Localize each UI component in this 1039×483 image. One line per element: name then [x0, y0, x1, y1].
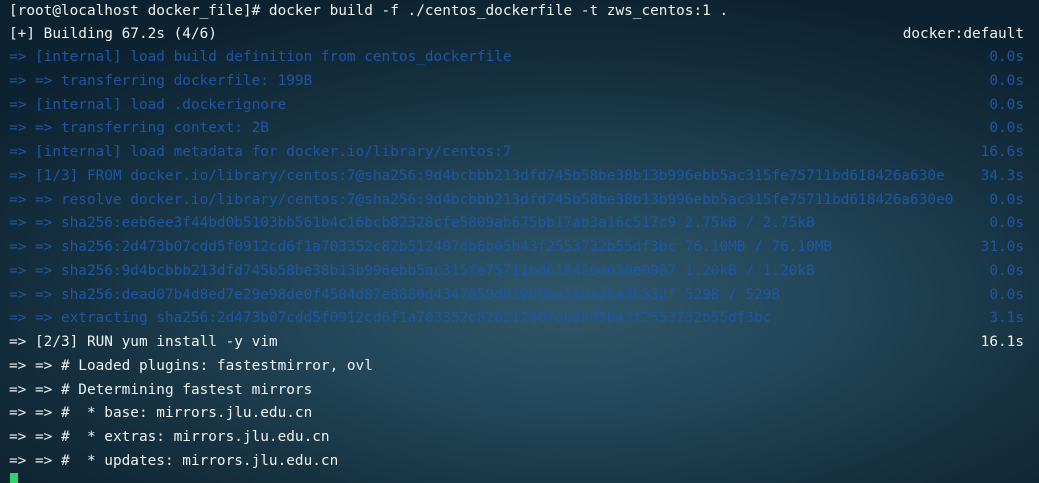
- build-step-duration: 0.0s: [989, 215, 1024, 232]
- build-step-text: => => # Loaded plugins: fastestmirror, o…: [9, 357, 373, 374]
- build-step-line: => => sha256:2d473b07cdd5f0912cd6f1a7033…: [9, 236, 1024, 259]
- build-step-line: => => # * base: mirrors.jlu.edu.cn: [9, 402, 1024, 425]
- build-status-line: [+] Building 67.2s (4/6) docker:default: [9, 23, 1024, 46]
- build-step-duration: 0.0s: [989, 120, 1024, 137]
- build-step-duration: 34.3s: [980, 167, 1024, 184]
- build-step-text: => => # * base: mirrors.jlu.edu.cn: [9, 405, 313, 422]
- build-step-line: => [internal] load .dockerignore 0.0s: [9, 94, 1024, 117]
- build-step-text: => => sha256:eeb6ee3f44bd0b5103bb561b4c1…: [9, 215, 815, 232]
- build-step-line: => => # * extras: mirrors.jlu.edu.cn: [9, 426, 1024, 449]
- build-step-text: => => sha256:dead07b4d8ed7e29e98de0f4504…: [9, 286, 781, 303]
- build-step-text: => [internal] load metadata for docker.i…: [9, 144, 512, 160]
- build-step-line: => => transferring dockerfile: 199B 0.0s: [9, 70, 1024, 93]
- build-step-duration: 0.0s: [989, 262, 1024, 279]
- build-step-line: => => # Loaded plugins: fastestmirror, o…: [9, 355, 1024, 378]
- build-step-line: => [1/3] FROM docker.io/library/centos:7…: [9, 165, 1024, 188]
- builder-context-label: docker:default: [902, 26, 1024, 42]
- build-step-line: => => sha256:eeb6ee3f44bd0b5103bb561b4c1…: [9, 212, 1024, 235]
- terminal-cursor: [10, 473, 18, 483]
- build-step-line: => [internal] load metadata for docker.i…: [9, 141, 1024, 164]
- build-step-duration: 16.6s: [980, 144, 1024, 160]
- build-step-duration: 31.0s: [980, 239, 1024, 255]
- build-step-line: => [2/3] RUN yum install -y vim 16.1s: [9, 331, 1024, 354]
- build-step-duration: 16.1s: [980, 334, 1024, 350]
- build-step-duration: 0.0s: [989, 72, 1024, 89]
- build-step-text: => => # * extras: mirrors.jlu.edu.cn: [9, 429, 330, 445]
- build-step-text: => => extracting sha256:2d473b07cdd5f091…: [9, 310, 772, 327]
- build-step-text: => => # Determining fastest mirrors: [9, 381, 313, 398]
- build-step-text: => [internal] load build definition from…: [9, 49, 512, 65]
- build-step-duration: 0.0s: [989, 96, 1024, 113]
- build-step-text: => => transferring dockerfile: 199B: [9, 72, 313, 89]
- command-line: [root@localhost docker_file]# docker bui…: [9, 0, 1024, 23]
- build-step-duration: 3.1s: [989, 310, 1024, 327]
- build-step-line: => => transferring context: 2B 0.0s: [9, 117, 1024, 140]
- build-step-line: => => resolve docker.io/library/centos:7…: [9, 189, 1024, 212]
- build-step-text: => [internal] load .dockerignore: [9, 96, 287, 113]
- build-step-duration: 0.0s: [989, 49, 1024, 65]
- build-status-text: [+] Building 67.2s (4/6): [9, 26, 217, 42]
- build-step-text: => [2/3] RUN yum install -y vim: [9, 334, 278, 350]
- command-text: [root@localhost docker_file]# docker bui…: [9, 3, 729, 19]
- build-step-text: => => resolve docker.io/library/centos:7…: [9, 191, 954, 208]
- build-step-text: => [1/3] FROM docker.io/library/centos:7…: [9, 167, 945, 184]
- build-step-text: => => sha256:9d4bcbbb213dfd745b58be38b13…: [9, 262, 815, 279]
- build-step-line: => => sha256:dead07b4d8ed7e29e98de0f4504…: [9, 284, 1024, 307]
- build-step-line: => [internal] load build definition from…: [9, 46, 1024, 69]
- build-step-line: => => # Determining fastest mirrors: [9, 379, 1024, 402]
- terminal-window[interactable]: [root@localhost docker_file]# docker bui…: [0, 0, 1039, 483]
- build-step-line: => => extracting sha256:2d473b07cdd5f091…: [9, 307, 1024, 330]
- build-step-duration: 0.0s: [989, 286, 1024, 303]
- build-step-text: => => # * updates: mirrors.jlu.edu.cn: [9, 452, 339, 469]
- build-step-duration: 0.0s: [989, 191, 1024, 208]
- build-step-text: => => sha256:2d473b07cdd5f0912cd6f1a7033…: [9, 239, 833, 255]
- build-step-text: => => transferring context: 2B: [9, 120, 269, 137]
- build-step-line: => => # * updates: mirrors.jlu.edu.cn: [9, 450, 1024, 473]
- build-step-line: => => sha256:9d4bcbbb213dfd745b58be38b13…: [9, 260, 1024, 283]
